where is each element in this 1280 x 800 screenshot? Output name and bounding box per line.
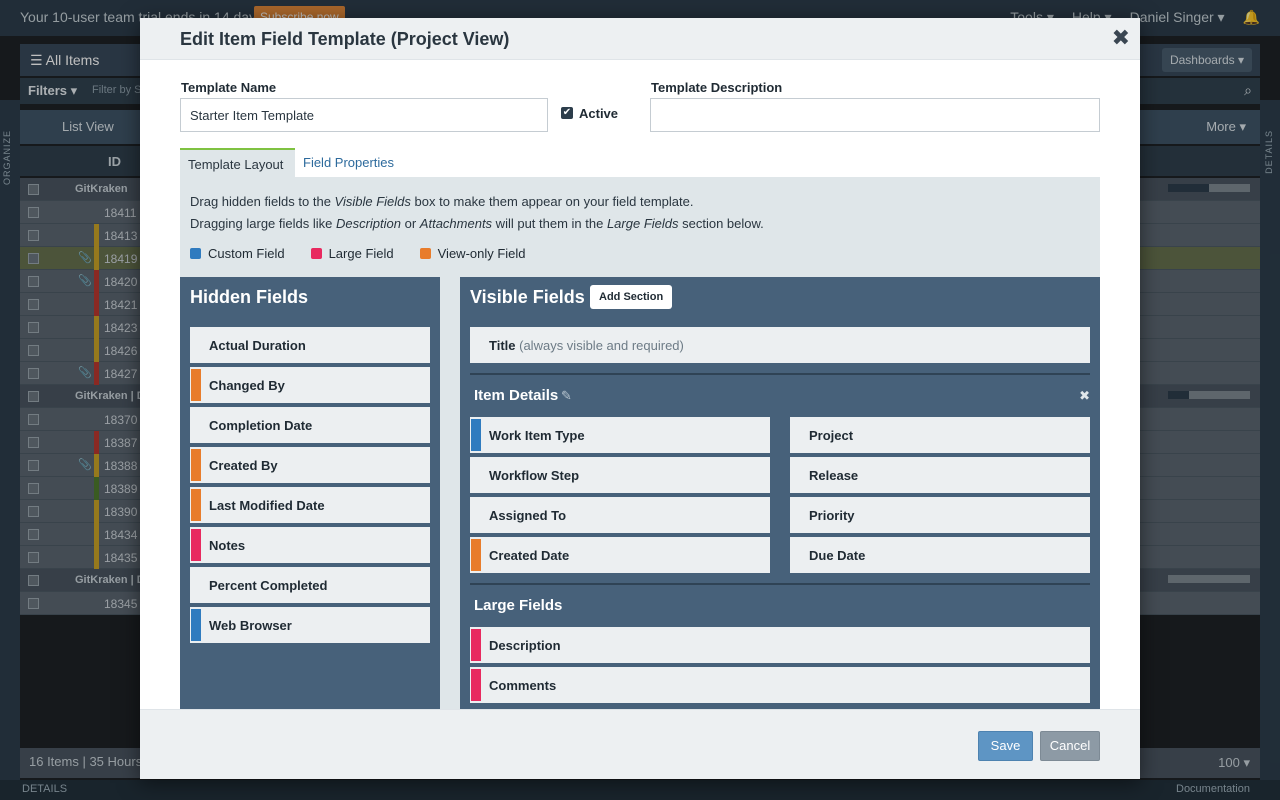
help-text-2-pre: Dragging large fields like bbox=[190, 216, 336, 231]
template-layout-panel: Drag hidden fields to the Visible Fields… bbox=[180, 177, 1100, 709]
field-label: Work Item Type bbox=[489, 428, 585, 443]
help-text-2-em1: Description bbox=[335, 216, 401, 231]
field-type-stripe bbox=[471, 629, 481, 661]
field-label: Created Date bbox=[489, 548, 570, 563]
field-type-stripe bbox=[471, 539, 481, 571]
visible-field-item[interactable]: Release bbox=[790, 457, 1090, 493]
pencil-icon[interactable]: ✎ bbox=[561, 388, 572, 404]
field-type-stripe bbox=[191, 609, 201, 641]
field-type-stripe bbox=[471, 669, 481, 701]
field-label: Description bbox=[489, 638, 561, 653]
section-divider-large bbox=[470, 583, 1090, 585]
field-type-stripe bbox=[191, 529, 201, 561]
field-type-stripe bbox=[471, 419, 481, 451]
add-section-button[interactable]: Add Section bbox=[590, 285, 673, 309]
field-label: Priority bbox=[809, 508, 855, 523]
field-label: Release bbox=[809, 468, 859, 483]
field-label: Actual Duration bbox=[209, 338, 306, 353]
modal-header: Edit Item Field Template (Project View) … bbox=[140, 18, 1140, 60]
template-name-input[interactable] bbox=[180, 98, 548, 132]
legend-view-only-label: View-only Field bbox=[437, 246, 526, 261]
hidden-fields-box[interactable]: Hidden Fields Actual Duration Changed By C… bbox=[180, 277, 440, 709]
field-label: Web Browser bbox=[209, 618, 292, 633]
visible-field-item[interactable]: Assigned To bbox=[470, 497, 770, 533]
field-label: Created By bbox=[209, 458, 278, 473]
field-label: Notes bbox=[209, 538, 246, 553]
field-label: Last Modified Date bbox=[209, 498, 325, 513]
help-text-1-pre: Drag hidden fields to the bbox=[190, 194, 335, 209]
title-field-name: Title bbox=[489, 338, 516, 353]
field-type-stripe bbox=[191, 449, 201, 481]
close-section-icon[interactable]: ✖ bbox=[1079, 388, 1090, 404]
field-type-stripe bbox=[191, 489, 201, 521]
field-label: Completion Date bbox=[209, 418, 313, 433]
visible-field-item[interactable]: Created Date bbox=[470, 537, 770, 573]
tab-field-properties[interactable]: Field Properties bbox=[295, 148, 402, 178]
visible-fields-box[interactable]: Visible Fields Add Section Title (always… bbox=[460, 277, 1100, 709]
title-field-label: Title (always visible and required) bbox=[489, 338, 684, 353]
item-details-title: Item Details bbox=[474, 387, 559, 404]
hidden-field-item[interactable]: Created By bbox=[190, 447, 430, 483]
hidden-field-item[interactable]: Completion Date bbox=[190, 407, 430, 443]
section-divider bbox=[470, 373, 1090, 375]
field-label: Workflow Step bbox=[489, 468, 580, 483]
large-field-swatch bbox=[310, 248, 322, 259]
hidden-field-item[interactable]: Percent Completed bbox=[190, 567, 430, 603]
legend-view-only-field: View-only Field bbox=[419, 246, 526, 261]
template-name-label: Template Name bbox=[181, 80, 277, 95]
visible-fields-title: Visible Fields bbox=[470, 287, 585, 307]
template-description-input[interactable] bbox=[650, 98, 1100, 132]
view-only-field-swatch bbox=[419, 248, 431, 259]
help-text-1: Drag hidden fields to the Visible Fields… bbox=[190, 194, 693, 209]
legend-custom-label: Custom Field bbox=[208, 246, 285, 261]
field-label: Due Date bbox=[809, 548, 866, 563]
legend-large-label: Large Field bbox=[328, 246, 394, 261]
title-field[interactable]: Title (always visible and required) bbox=[470, 327, 1090, 363]
hidden-field-item[interactable]: Last Modified Date bbox=[190, 487, 430, 523]
large-field-item[interactable]: Comments bbox=[470, 667, 1090, 703]
field-label: Percent Completed bbox=[209, 578, 328, 593]
field-legend: Custom Field Large Field View-only Field bbox=[190, 246, 552, 261]
tab-template-layout[interactable]: Template Layout bbox=[180, 148, 295, 178]
visible-field-item[interactable]: Priority bbox=[790, 497, 1090, 533]
close-icon[interactable]: ✖ bbox=[1112, 27, 1130, 49]
active-label: Active bbox=[579, 106, 619, 121]
field-label: Assigned To bbox=[489, 508, 567, 523]
legend-large-field: Large Field bbox=[310, 246, 394, 261]
help-text-2-mid2: will put them in the bbox=[492, 216, 607, 231]
hidden-field-item[interactable]: Web Browser bbox=[190, 607, 430, 643]
help-text-2-em3: Large Fields bbox=[606, 216, 679, 231]
help-text-1-em: Visible Fields bbox=[334, 194, 411, 209]
visible-field-item[interactable]: Workflow Step bbox=[470, 457, 770, 493]
title-field-note: (always visible and required) bbox=[519, 338, 684, 353]
save-button[interactable]: Save bbox=[978, 731, 1033, 761]
help-text-2: Dragging large fields like Description o… bbox=[190, 216, 764, 231]
help-text-2-post: section below. bbox=[678, 216, 764, 231]
hidden-field-item[interactable]: Notes bbox=[190, 527, 430, 563]
hidden-field-item[interactable]: Actual Duration bbox=[190, 327, 430, 363]
help-text-2-em2: Attachments bbox=[419, 216, 493, 231]
large-fields-title: Large Fields bbox=[474, 597, 563, 614]
modal-footer: Save Cancel bbox=[140, 709, 1140, 779]
field-label: Comments bbox=[489, 678, 557, 693]
help-text-2-mid: or bbox=[401, 216, 420, 231]
large-field-item[interactable]: Description bbox=[470, 627, 1090, 663]
field-label: Changed By bbox=[209, 378, 285, 393]
hidden-fields-title: Hidden Fields bbox=[190, 287, 309, 307]
hidden-field-item[interactable]: Changed By bbox=[190, 367, 430, 403]
edit-template-modal: Edit Item Field Template (Project View) … bbox=[140, 18, 1140, 779]
active-checkbox[interactable]: ✔ bbox=[561, 107, 573, 119]
visible-field-item[interactable]: Due Date bbox=[790, 537, 1090, 573]
visible-field-item[interactable]: Project bbox=[790, 417, 1090, 453]
custom-field-swatch bbox=[190, 248, 201, 259]
help-text-1-post: box to make them appear on your field te… bbox=[410, 194, 694, 209]
visible-field-item[interactable]: Work Item Type bbox=[470, 417, 770, 453]
modal-title: Edit Item Field Template (Project View) bbox=[180, 29, 510, 49]
legend-custom-field: Custom Field bbox=[190, 246, 285, 261]
field-label: Project bbox=[809, 428, 854, 443]
field-type-stripe bbox=[191, 369, 201, 401]
template-description-label: Template Description bbox=[651, 80, 783, 95]
cancel-button[interactable]: Cancel bbox=[1040, 731, 1100, 761]
